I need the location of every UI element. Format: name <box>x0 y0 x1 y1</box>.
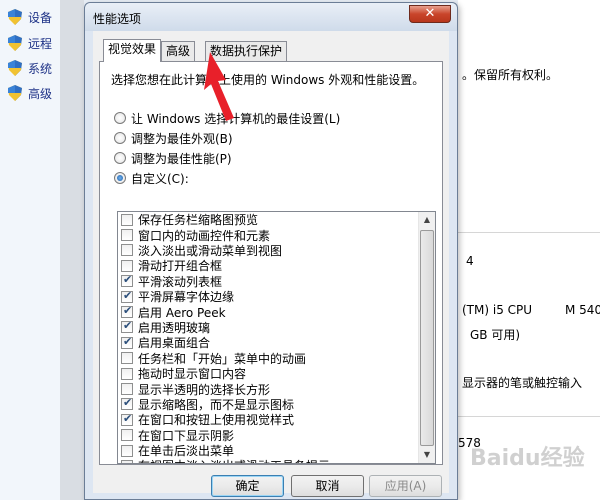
effect-list-item[interactable]: 任务栏和「开始」菜单中的动画 <box>118 351 419 366</box>
checkbox[interactable] <box>121 459 133 463</box>
cancel-button[interactable]: 取消 <box>291 475 364 497</box>
cpu-model-text: M 540 <box>565 303 600 317</box>
checkbox-checked[interactable] <box>121 335 133 349</box>
effect-label: 在视图中淡入淡出或滑动工具条提示 <box>138 457 330 463</box>
tab-label: 视觉效果 <box>108 42 157 56</box>
effect-list-item[interactable]: 平滑滚动列表框 <box>118 273 419 289</box>
shield-icon <box>8 35 22 51</box>
checkbox-checked[interactable] <box>121 396 133 411</box>
shield-icon <box>8 85 22 101</box>
rating-number: 4 <box>466 254 474 268</box>
sidebar-link-system[interactable]: 系统 <box>8 59 52 77</box>
shield-icon <box>8 9 22 25</box>
radio-button[interactable] <box>114 132 126 144</box>
radio-label: 调整为最佳外观(B) <box>131 131 233 146</box>
radio-label: 调整为最佳性能(P) <box>131 151 232 166</box>
effect-list-item[interactable]: 在单击后淡出菜单 <box>118 443 419 458</box>
cpu-text: (TM) i5 CPU <box>462 303 533 317</box>
effect-list-item[interactable]: 淡入淡出或滑动菜单到视图 <box>118 243 419 258</box>
checkbox-checked[interactable] <box>121 412 133 426</box>
dialog-titlebar[interactable]: 性能选项 ✕ <box>85 3 457 31</box>
watermark: Baidu经验 <box>470 446 585 471</box>
visual-effects-panel: 选择您想在此计算机上使用的 Windows 外观和性能设置。 让 Windows… <box>99 61 443 465</box>
checkbox[interactable] <box>121 367 133 380</box>
ok-button[interactable]: 确定 <box>211 475 284 497</box>
effect-list-item[interactable]: 拖动时显示窗口内容 <box>118 366 419 381</box>
radio-best-appearance[interactable]: 调整为最佳外观(B) <box>114 130 233 146</box>
sidebar-link-label: 远程 <box>28 36 53 51</box>
effect-list-item[interactable]: 滑动打开组合框 <box>118 258 419 273</box>
checkbox[interactable] <box>121 244 133 257</box>
radio-label: 自定义(C): <box>131 171 189 186</box>
tab-advanced[interactable]: 高级 <box>161 41 196 61</box>
radio-button[interactable] <box>114 112 126 124</box>
sidebar-link-label: 系统 <box>28 61 53 76</box>
radio-best-performance[interactable]: 调整为最佳性能(P) <box>114 150 232 166</box>
effect-list-item[interactable]: 平滑屏幕字体边缘 <box>118 289 419 304</box>
effect-list-item[interactable]: 在窗口和按钮上使用视觉样式 <box>118 412 419 427</box>
effect-list-item[interactable]: 显示缩略图，而不是显示图标 <box>118 396 419 412</box>
checkbox[interactable] <box>121 259 133 272</box>
checkbox-checked[interactable] <box>121 304 133 319</box>
checkbox[interactable] <box>121 213 133 226</box>
close-icon: ✕ <box>424 6 436 21</box>
pen-touch-text: 显示器的笔或触控输入 <box>462 376 583 390</box>
visual-effects-list[interactable]: 保存任务栏缩略图预览 窗口内的动画控件和元素 淡入淡出或滑动菜单到视图 滑动打开组合框… <box>117 211 436 464</box>
shield-icon <box>8 60 22 76</box>
radio-button[interactable] <box>114 152 126 164</box>
dialog-client-area: 视觉效果 高级 数据执行保护 选择您想在此计算机上使用的 Windows 外观和… <box>93 31 449 497</box>
sidebar-link-device[interactable]: 设备 <box>8 8 52 26</box>
performance-options-dialog: 性能选项 ✕ 视觉效果 高级 数据执行保护 选择您想在此计算机上使用的 Wind… <box>84 2 458 500</box>
annotation-arrow-icon <box>204 52 234 121</box>
scroll-up-arrow-icon[interactable]: ▲ <box>419 212 435 228</box>
effect-list-item[interactable]: 保存任务栏缩略图预览 <box>118 212 419 227</box>
apply-button-label: 应用(A) <box>384 479 427 493</box>
effects-list-items: 保存任务栏缩略图预览 窗口内的动画控件和元素 淡入淡出或滑动菜单到视图 滑动打开组合框… <box>118 212 419 463</box>
checkbox[interactable] <box>121 382 133 395</box>
ram-text: GB 可用) <box>470 328 521 342</box>
effect-list-item[interactable]: 启用透明玻璃 <box>118 319 419 335</box>
effect-list-item[interactable]: 启用桌面组合 <box>118 335 419 350</box>
panel-description: 选择您想在此计算机上使用的 Windows 外观和性能设置。 <box>111 73 425 87</box>
cancel-button-label: 取消 <box>315 479 340 493</box>
vertical-scrollbar[interactable]: ▲ ▼ <box>418 212 435 463</box>
dialog-title: 性能选项 <box>93 12 142 26</box>
divider <box>458 416 600 417</box>
copyright-text: 。保留所有权利。 <box>462 68 559 82</box>
checkbox[interactable] <box>121 444 133 457</box>
tab-label: 高级 <box>166 44 191 58</box>
checkbox-checked[interactable] <box>121 319 133 334</box>
checkbox[interactable] <box>121 229 133 242</box>
scroll-thumb[interactable] <box>420 230 434 446</box>
ok-button-label: 确定 <box>235 479 260 493</box>
divider <box>458 232 600 233</box>
checkbox-checked[interactable] <box>121 289 133 303</box>
sidebar-link-advanced[interactable]: 高级 <box>8 84 52 102</box>
sidebar-link-remote[interactable]: 远程 <box>8 34 52 52</box>
radio-button-selected[interactable] <box>114 172 126 184</box>
checkbox-checked[interactable] <box>121 273 133 288</box>
tab-visual-effects[interactable]: 视觉效果 <box>103 39 162 62</box>
sidebar-link-label: 设备 <box>28 10 53 25</box>
background-window-edge <box>60 0 84 500</box>
effect-list-item[interactable]: 在视图中淡入淡出或滑动工具条提示 <box>118 458 419 463</box>
close-button[interactable]: ✕ <box>409 5 451 23</box>
apply-button[interactable]: 应用(A) <box>369 475 442 497</box>
effect-list-item[interactable]: 在窗口下显示阴影 <box>118 427 419 443</box>
checkbox[interactable] <box>121 429 133 442</box>
effect-list-item[interactable]: 显示半透明的选择长方形 <box>118 381 419 397</box>
sidebar-link-label: 高级 <box>28 86 53 101</box>
checkbox[interactable] <box>121 352 133 365</box>
scroll-down-arrow-icon[interactable]: ▼ <box>419 447 435 463</box>
radio-custom[interactable]: 自定义(C): <box>114 170 189 186</box>
effect-list-item[interactable]: 窗口内的动画控件和元素 <box>118 227 419 243</box>
effect-list-item[interactable]: 启用 Aero Peek <box>118 304 419 320</box>
